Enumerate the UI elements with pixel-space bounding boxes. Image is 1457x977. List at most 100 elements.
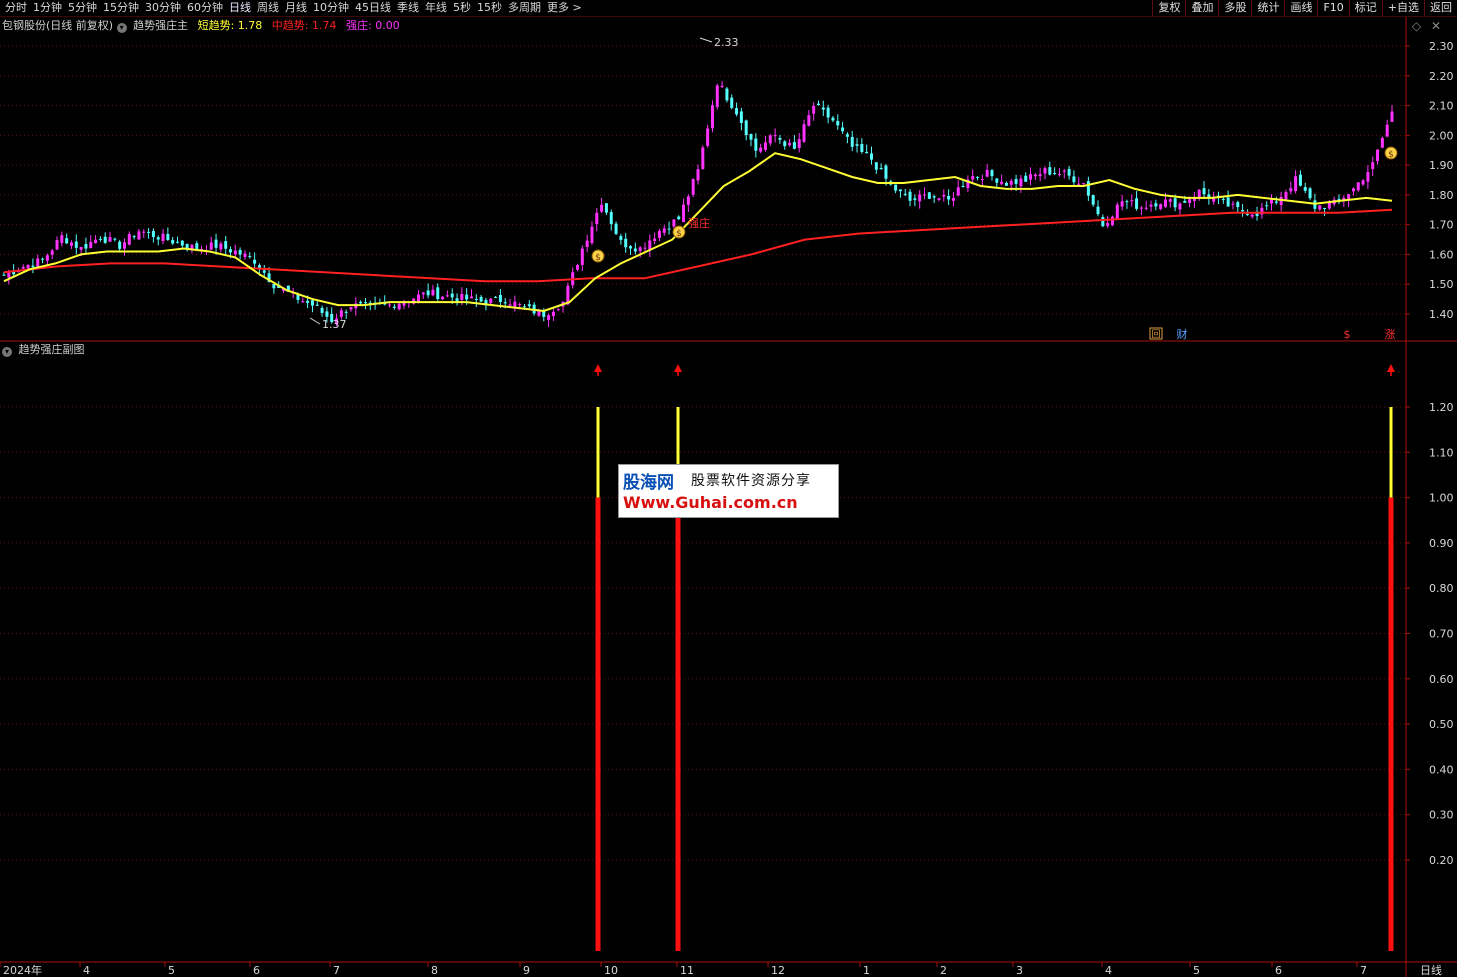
candle-body bbox=[1077, 183, 1081, 185]
candle-body bbox=[1106, 222, 1110, 227]
candle-body bbox=[238, 250, 242, 255]
candle-body bbox=[1318, 205, 1322, 210]
candle-body bbox=[956, 187, 960, 196]
candle-body bbox=[1000, 181, 1004, 185]
strong-label: 强庄 bbox=[688, 216, 710, 230]
candle-body bbox=[595, 212, 599, 225]
candle-body bbox=[1091, 195, 1095, 205]
candle-body bbox=[132, 236, 136, 238]
candle-body bbox=[392, 306, 396, 308]
candle-body bbox=[397, 303, 401, 310]
candle-body bbox=[325, 311, 329, 317]
candle-body bbox=[1241, 209, 1245, 212]
candle-body bbox=[749, 134, 753, 140]
x-tick-label: 4 bbox=[83, 964, 90, 977]
candle-body bbox=[55, 240, 59, 250]
candle-body bbox=[7, 272, 11, 278]
x-tick-label: 6 bbox=[1275, 964, 1282, 977]
candle-body bbox=[214, 239, 218, 248]
candle-body bbox=[1004, 182, 1008, 186]
candle-body bbox=[725, 88, 729, 101]
candle-body bbox=[180, 240, 184, 246]
high-pointer bbox=[699, 37, 713, 43]
candle-body bbox=[1130, 200, 1134, 202]
candle-body bbox=[1163, 199, 1167, 207]
candle-body bbox=[961, 185, 965, 187]
candle-body bbox=[339, 310, 343, 317]
period-label: 日线 bbox=[1420, 963, 1442, 977]
candle-body bbox=[696, 169, 700, 181]
candle-body bbox=[503, 302, 507, 304]
y-tick-label: 0.40 bbox=[1429, 763, 1454, 776]
candle-body bbox=[494, 296, 498, 298]
candle-body bbox=[1139, 207, 1143, 209]
candle-body bbox=[1009, 180, 1013, 185]
candle-body bbox=[730, 97, 734, 108]
candle-body bbox=[84, 244, 88, 249]
candle-body bbox=[821, 107, 825, 110]
candle-body bbox=[638, 247, 642, 252]
money-bag-glyph: $ bbox=[676, 229, 682, 239]
candle-body bbox=[1101, 217, 1105, 227]
x-tick-label: 7 bbox=[333, 964, 340, 977]
candle-body bbox=[421, 292, 425, 295]
candle-body bbox=[69, 242, 73, 246]
candle-body bbox=[460, 293, 464, 300]
candle-body bbox=[807, 115, 811, 126]
y-tick-label: 0.60 bbox=[1429, 673, 1454, 686]
candle-body bbox=[74, 241, 78, 248]
candle-body bbox=[508, 304, 512, 306]
candle-body bbox=[1029, 174, 1033, 180]
candle-body bbox=[436, 287, 440, 300]
candle-body bbox=[672, 219, 676, 227]
candle-body bbox=[1270, 199, 1274, 204]
candle-body bbox=[1067, 168, 1071, 176]
toggle-icon[interactable]: ▾ bbox=[2, 347, 12, 357]
candle-body bbox=[233, 250, 237, 255]
candle-body bbox=[113, 238, 117, 240]
candle-body bbox=[474, 298, 478, 300]
close-icon[interactable]: ✕ bbox=[1431, 19, 1441, 33]
candle-body bbox=[1202, 188, 1206, 195]
candle-body bbox=[103, 236, 107, 243]
candle-body bbox=[870, 153, 873, 160]
candle-body bbox=[1376, 149, 1380, 162]
candle-body bbox=[31, 265, 35, 268]
candle-body bbox=[2, 274, 6, 276]
x-tick-label: 7 bbox=[1360, 964, 1367, 977]
candle-body bbox=[455, 298, 459, 302]
candle-body bbox=[122, 242, 126, 249]
candle-body bbox=[1110, 216, 1114, 226]
candle-body bbox=[667, 228, 671, 230]
x-tick-label: 3 bbox=[1016, 964, 1023, 977]
candle-body bbox=[1188, 199, 1192, 203]
candle-body bbox=[788, 142, 792, 146]
candle-body bbox=[691, 179, 695, 195]
diamond-icon[interactable]: ◇ bbox=[1412, 19, 1421, 33]
candle-body bbox=[1120, 201, 1124, 207]
short-trend-value: 短趋势: 1.78 bbox=[197, 19, 263, 32]
candle-body bbox=[677, 216, 681, 220]
dollar-icon: $ bbox=[1344, 328, 1351, 341]
candle-body bbox=[1144, 207, 1148, 209]
x-tick-label: 5 bbox=[1193, 964, 1200, 977]
candle-body bbox=[1245, 214, 1249, 216]
toggle-icon[interactable]: ▾ bbox=[116, 23, 127, 33]
x-tick-label: 5 bbox=[168, 964, 175, 977]
cai-icon: 财 bbox=[1177, 327, 1188, 341]
y-tick-label: 1.60 bbox=[1429, 248, 1454, 261]
candle-body bbox=[1178, 203, 1182, 210]
candle-body bbox=[161, 233, 165, 241]
candle-body bbox=[879, 168, 883, 170]
candle-body bbox=[735, 108, 739, 115]
candle-body bbox=[1279, 196, 1283, 206]
candle-body bbox=[1366, 172, 1370, 182]
candle-body bbox=[932, 196, 936, 198]
candle-body bbox=[469, 296, 473, 299]
y-tick-label: 0.20 bbox=[1429, 854, 1454, 867]
candle-body bbox=[1014, 178, 1018, 184]
candle-body bbox=[980, 179, 984, 181]
candle-body bbox=[445, 295, 449, 297]
candle-body bbox=[923, 194, 927, 196]
candle-body bbox=[1274, 201, 1278, 203]
